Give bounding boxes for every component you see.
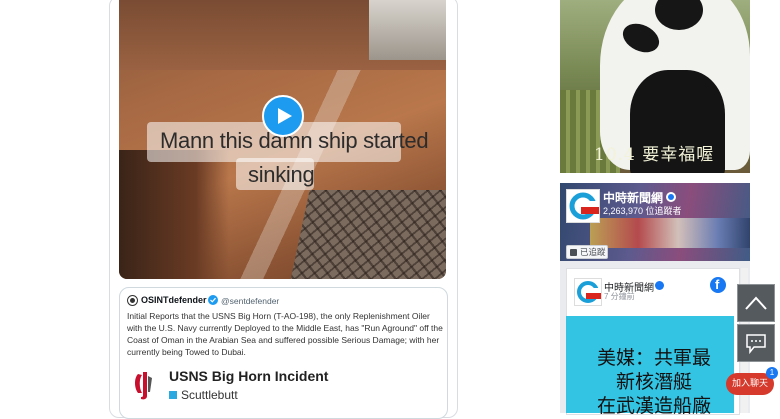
- verified-badge-icon: [208, 295, 218, 305]
- facebook-post-headline: 美媒：共軍最 新核潛艇 在武漢造船廠: [574, 346, 734, 418]
- video-frame-shadow: [119, 150, 229, 279]
- chat-bubble-icon: [746, 334, 766, 354]
- notification-badge: 1: [766, 367, 778, 379]
- headline-line: 在武漢造船廠: [596, 395, 711, 417]
- chinatimes-logo-icon[interactable]: [574, 278, 602, 306]
- follow-button-label: 已追蹤: [580, 247, 606, 257]
- site-favicon-icon: [169, 391, 177, 399]
- facebook-icon: [570, 249, 577, 256]
- facebook-fan-count: 2,263,970 位追蹤者: [603, 206, 682, 216]
- cover-photo-strip: [590, 218, 750, 248]
- facebook-logo-icon[interactable]: f: [710, 277, 726, 293]
- play-button[interactable]: [262, 95, 304, 137]
- back-to-top-button[interactable]: [737, 284, 775, 322]
- quoted-tweet-author[interactable]: OSINTdefender: [141, 295, 207, 305]
- link-card-title[interactable]: USNS Big Horn Incident: [169, 368, 328, 384]
- comment-button[interactable]: [737, 324, 775, 362]
- link-card-logo-icon[interactable]: [128, 366, 162, 402]
- video-frame-counter: [369, 0, 446, 60]
- chinatimes-logo-icon[interactable]: [566, 189, 600, 223]
- headline-line: 美媒：共軍最: [596, 347, 711, 369]
- quoted-tweet-text: Initial Reports that the USNS Big Horn (…: [127, 311, 443, 357]
- avatar[interactable]: [127, 295, 138, 306]
- facebook-post-time[interactable]: 7 分鐘前: [604, 291, 635, 302]
- link-card-site[interactable]: Scuttlebutt: [181, 388, 238, 402]
- verified-badge-icon: [666, 192, 676, 202]
- chevron-up-icon: [745, 296, 767, 310]
- video-frame-grate: [288, 190, 446, 279]
- headline-line: 新核潛艇: [615, 371, 692, 393]
- ad-text: 10.4 要幸福喔: [594, 145, 715, 165]
- video-caption-line2: sinking: [248, 162, 315, 187]
- follow-button[interactable]: 已追蹤: [566, 245, 608, 259]
- play-icon: [278, 108, 292, 124]
- verified-badge-icon: [655, 281, 664, 290]
- quoted-tweet-handle[interactable]: @sentdefender: [221, 296, 279, 306]
